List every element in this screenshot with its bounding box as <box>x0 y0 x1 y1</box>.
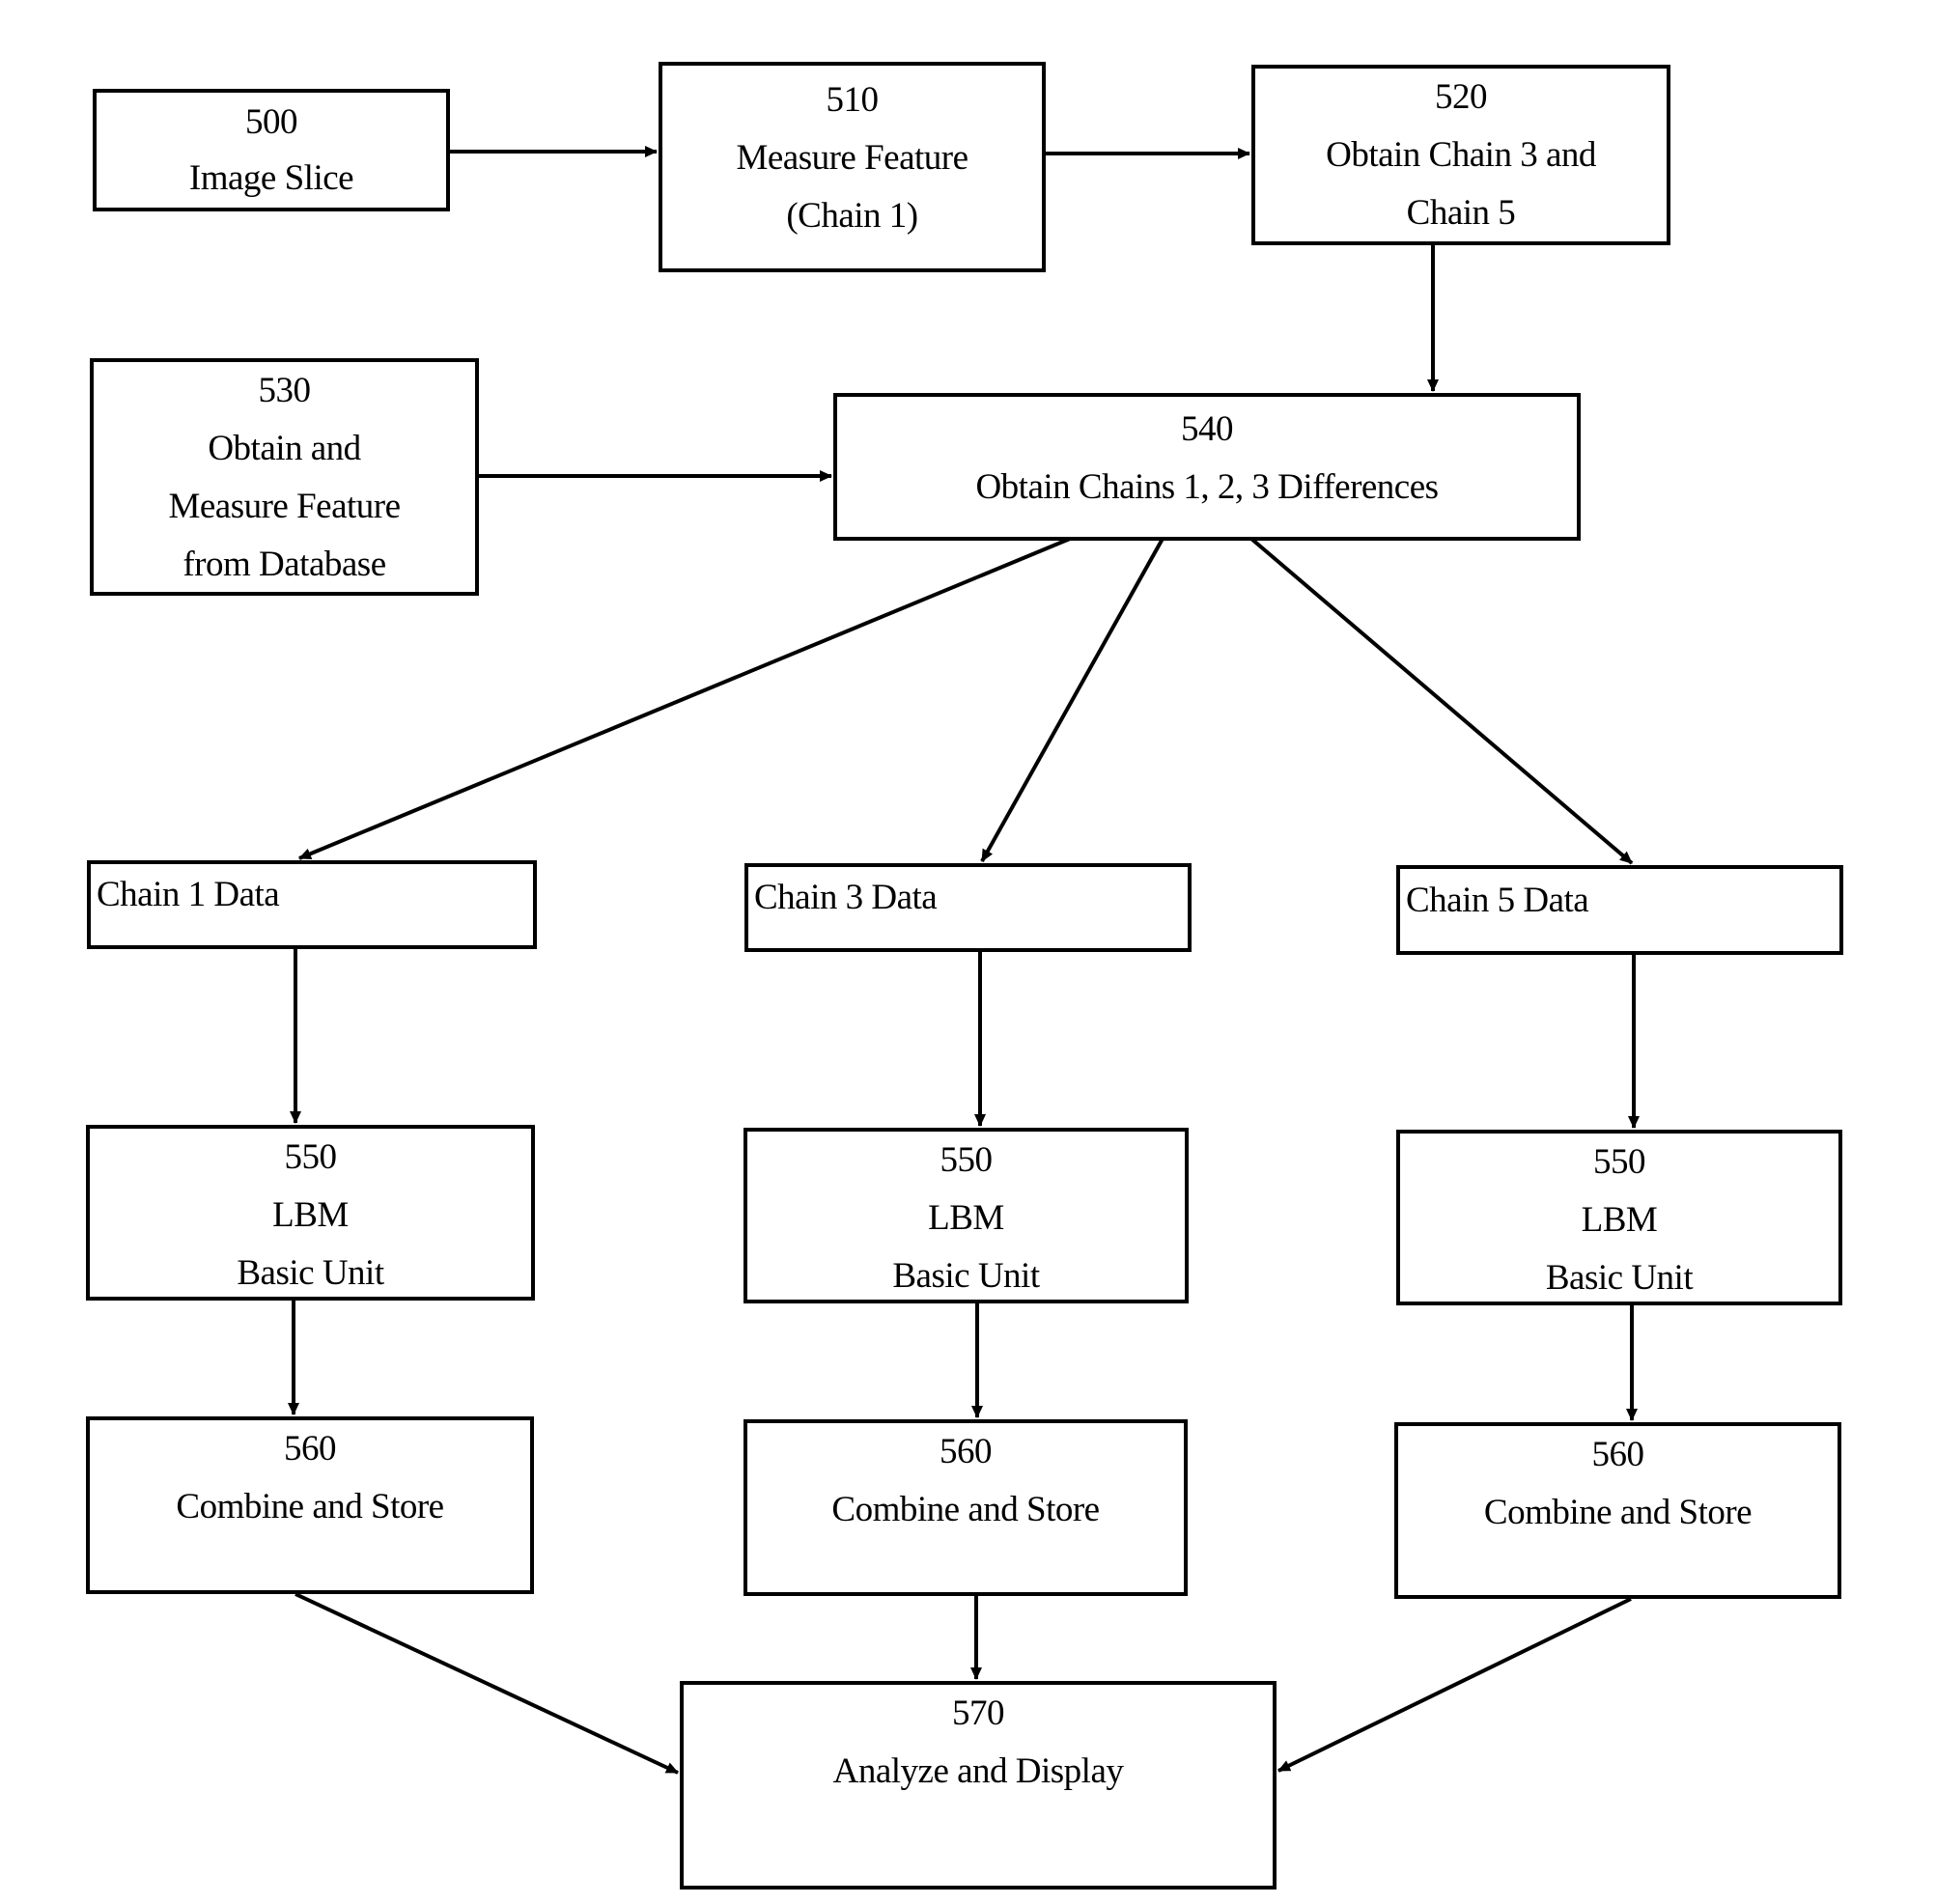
node-550a-label-2: Basic Unit <box>237 1253 384 1293</box>
node-540-number: 540 <box>1181 409 1234 449</box>
chain-5-data-label: Chain 5 Data <box>1406 881 1589 920</box>
node-550b-label-2: Basic Unit <box>892 1256 1040 1296</box>
node-520-obtain-chains: 520 Obtain Chain 3 and Chain 5 <box>1251 65 1670 245</box>
node-540-chain-differences: 540 Obtain Chains 1, 2, 3 Differences <box>833 393 1581 541</box>
node-500-label: Image Slice <box>188 158 354 198</box>
node-510-measure-feature: 510 Measure Feature (Chain 1) <box>659 62 1046 272</box>
node-560c-number: 560 <box>1591 1435 1645 1474</box>
node-550b-label-1: LBM <box>928 1198 1004 1238</box>
node-550c-number: 550 <box>1593 1142 1646 1182</box>
node-520-number: 520 <box>1435 77 1488 117</box>
node-570-number: 570 <box>952 1694 1005 1733</box>
node-520-label-2: Chain 5 <box>1406 193 1516 233</box>
node-chain-5-data: Chain 5 Data <box>1396 865 1843 955</box>
node-550-lbm-basic-unit-1: 550 LBM Basic Unit <box>86 1125 535 1301</box>
node-570-label: Analyze and Display <box>832 1751 1124 1791</box>
flowchart-canvas: 500 Image Slice 510 Measure Feature (Cha… <box>0 0 1936 1904</box>
node-550a-label-1: LBM <box>272 1195 349 1235</box>
node-550b-number: 550 <box>940 1140 994 1180</box>
edge-560a-to-570 <box>295 1592 679 1775</box>
node-550-lbm-basic-unit-5: 550 LBM Basic Unit <box>1396 1130 1842 1305</box>
node-530-number: 530 <box>258 371 312 410</box>
edge-540-to-chain3 <box>980 538 1164 862</box>
node-530-label-2: Measure Feature <box>168 487 401 526</box>
node-570-analyze-display: 570 Analyze and Display <box>680 1681 1277 1890</box>
node-560a-label: Combine and Store <box>176 1487 444 1526</box>
node-550-lbm-basic-unit-3: 550 LBM Basic Unit <box>744 1128 1189 1303</box>
node-560b-label: Combine and Store <box>831 1490 1100 1529</box>
node-560-combine-store-5: 560 Combine and Store <box>1394 1422 1841 1599</box>
node-540-label: Obtain Chains 1, 2, 3 Differences <box>975 467 1439 507</box>
node-510-label-1: Measure Feature <box>736 138 968 178</box>
edge-540-to-chain5 <box>1249 537 1634 865</box>
node-550c-label-2: Basic Unit <box>1545 1258 1694 1298</box>
node-500-number: 500 <box>245 102 298 142</box>
node-510-label-2: (Chain 1) <box>786 196 918 236</box>
node-510-number: 510 <box>826 80 880 120</box>
node-520-label-1: Obtain Chain 3 and <box>1326 135 1596 175</box>
node-560c-label: Combine and Store <box>1483 1493 1753 1532</box>
node-550a-number: 550 <box>284 1137 338 1177</box>
node-560-combine-store-1: 560 Combine and Store <box>86 1416 534 1594</box>
edge-560c-to-570 <box>1277 1597 1632 1773</box>
node-550c-label-1: LBM <box>1581 1200 1658 1240</box>
chain-1-data-label: Chain 1 Data <box>97 875 280 914</box>
node-560-combine-store-3: 560 Combine and Store <box>744 1419 1188 1596</box>
node-530-label-3: from Database <box>182 545 386 584</box>
node-560a-number: 560 <box>284 1429 337 1469</box>
node-chain-1-data: Chain 1 Data <box>87 860 537 949</box>
node-chain-3-data: Chain 3 Data <box>744 863 1192 952</box>
node-530-database-feature: 530 Obtain and Measure Feature from Data… <box>90 358 479 596</box>
chain-3-data-label: Chain 3 Data <box>754 878 938 917</box>
node-530-label-1: Obtain and <box>208 429 361 468</box>
node-560b-number: 560 <box>940 1432 993 1471</box>
node-500-image-slice: 500 Image Slice <box>93 89 450 211</box>
